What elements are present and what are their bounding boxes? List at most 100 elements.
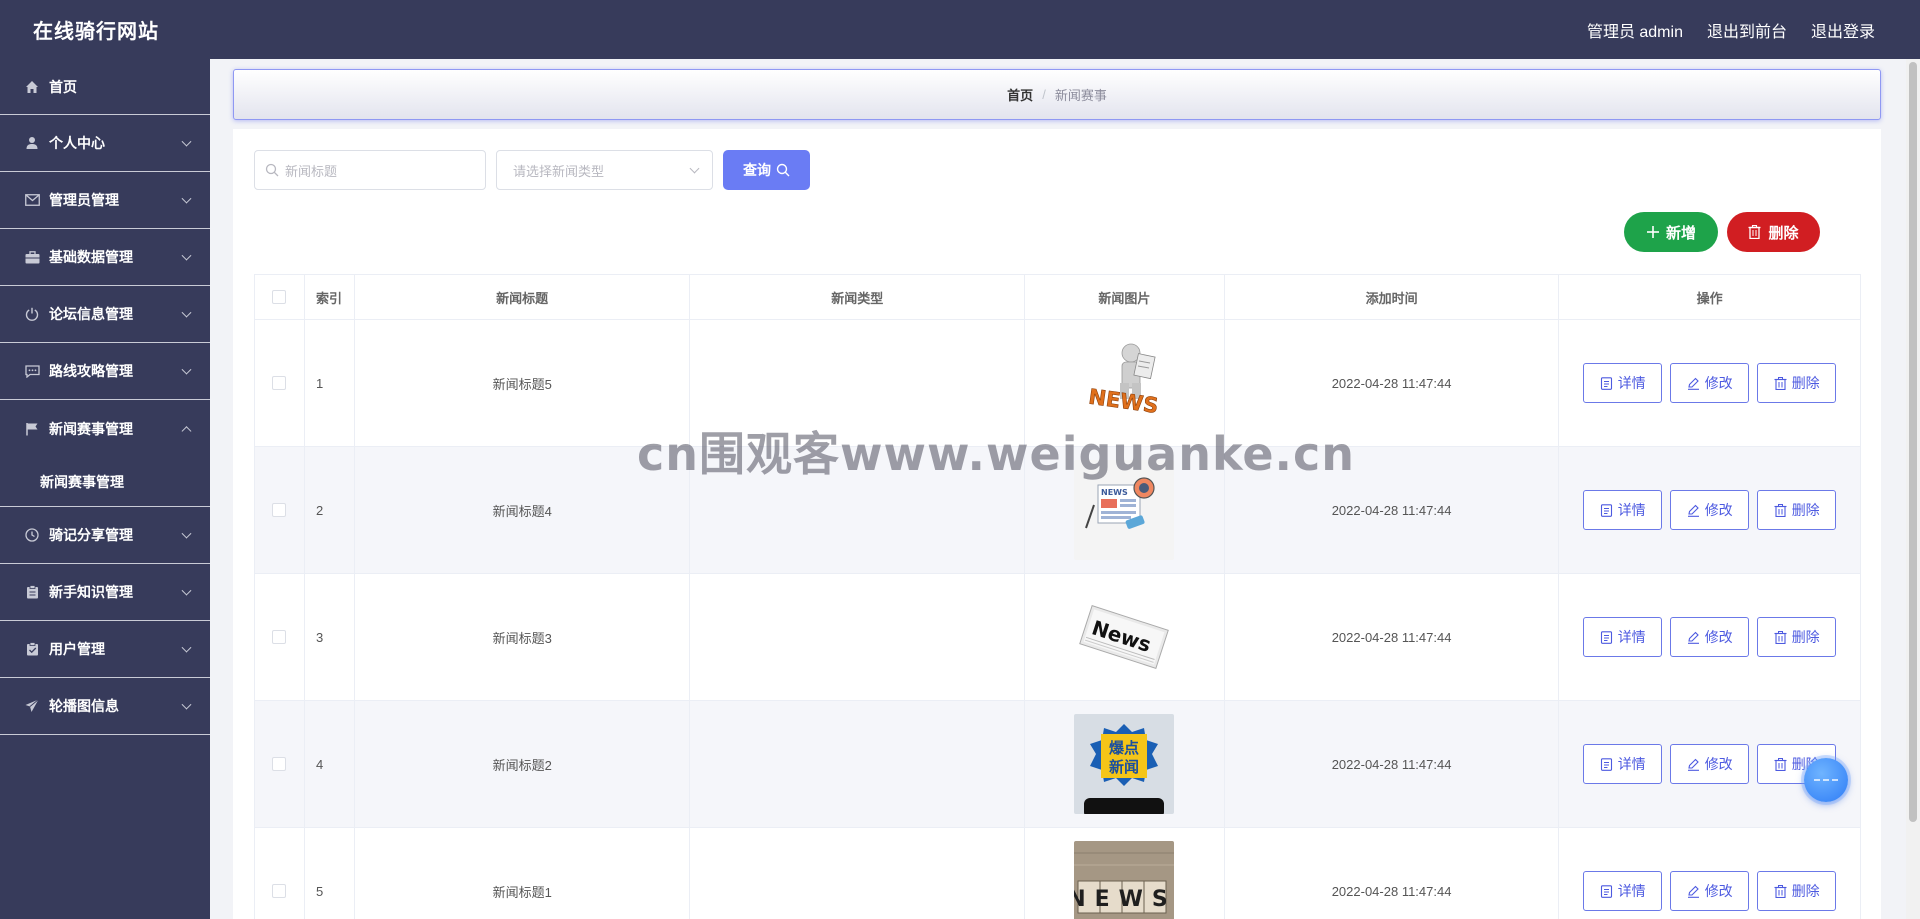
delete-button[interactable]: 删除 bbox=[1757, 871, 1837, 911]
breadcrumb-current: 新闻赛事 bbox=[1054, 88, 1107, 103]
row-actions-cell: 详情 修改 删除 bbox=[1559, 574, 1860, 700]
news-type-placeholder: 请选择新闻类型 bbox=[513, 163, 605, 179]
row-title: 新闻标题3 bbox=[355, 574, 691, 700]
delete-button[interactable]: 删除 bbox=[1757, 490, 1837, 530]
chevron-down-icon bbox=[181, 699, 192, 710]
edit-icon bbox=[1687, 885, 1700, 898]
sidebar-subitem-news-manage[interactable]: 新闻赛事管理 bbox=[0, 457, 210, 507]
select-all-checkbox[interactable] bbox=[272, 290, 287, 304]
edit-button-label: 修改 bbox=[1704, 375, 1733, 391]
news-image-text: NEWS bbox=[1074, 887, 1174, 912]
edit-icon bbox=[1687, 377, 1700, 390]
main-content: 新闻标题 请选择新闻类型 查询 新增 删除 索引 新闻标题 新闻类型 新闻图片 … bbox=[233, 129, 1881, 919]
row-checkbox[interactable] bbox=[272, 376, 287, 390]
detail-button-label: 详情 bbox=[1617, 756, 1646, 772]
trash-icon bbox=[1774, 503, 1787, 517]
row-time: 2022-04-28 11:47:44 bbox=[1225, 447, 1560, 573]
search-icon bbox=[776, 163, 790, 177]
top-links: 管理员 admin 退出到前台 退出登录 bbox=[1587, 18, 1875, 42]
add-button-label: 新增 bbox=[1665, 224, 1696, 242]
sidebar-item-ride-share[interactable]: 骑记分享管理 bbox=[0, 507, 210, 564]
floating-assistant-button[interactable] bbox=[1804, 758, 1848, 802]
row-title: 新闻标题5 bbox=[355, 320, 691, 446]
power-icon bbox=[24, 306, 40, 322]
sidebar: 首页 个人中心 管理员管理 基础数据管理 论坛信息管理 路线攻略管理 新闻赛事管… bbox=[0, 59, 210, 919]
row-image-cell: NEWS bbox=[1025, 320, 1225, 446]
admin-link[interactable]: 管理员 admin bbox=[1587, 18, 1683, 42]
logout-link[interactable]: 退出登录 bbox=[1811, 18, 1875, 42]
detail-button[interactable]: 详情 bbox=[1583, 490, 1663, 530]
row-index: 5 bbox=[305, 828, 355, 919]
sidebar-item-forum[interactable]: 论坛信息管理 bbox=[0, 286, 210, 343]
table-row: 5 新闻标题1 NEWS 2022-04-28 11:47:44 详情 修改 删… bbox=[255, 828, 1860, 919]
breadcrumb-home[interactable]: 首页 bbox=[1007, 85, 1033, 104]
document-icon bbox=[1600, 630, 1613, 644]
detail-button-label: 详情 bbox=[1617, 883, 1646, 899]
delete-button-label: 删除 bbox=[1791, 883, 1820, 899]
edit-button[interactable]: 修改 bbox=[1670, 363, 1750, 403]
row-type bbox=[690, 828, 1026, 919]
page-scrollbar[interactable] bbox=[1906, 59, 1920, 919]
sidebar-item-personal[interactable]: 个人中心 bbox=[0, 115, 210, 172]
row-checkbox[interactable] bbox=[272, 630, 287, 644]
clock-icon bbox=[24, 527, 40, 543]
scrollbar-thumb[interactable] bbox=[1909, 62, 1917, 822]
delete-button[interactable]: 删除 bbox=[1757, 363, 1837, 403]
sidebar-item-novice[interactable]: 新手知识管理 bbox=[0, 564, 210, 621]
chevron-down-icon bbox=[181, 528, 192, 539]
sidebar-item-label: 管理员管理 bbox=[49, 192, 119, 208]
sidebar-item-label: 轮播图信息 bbox=[49, 698, 119, 714]
title-search-input[interactable]: 新闻标题 bbox=[254, 150, 486, 190]
table-row: 2 新闻标题4 NEWS 2022-04-28 11:47:44 详情 修改 删… bbox=[255, 447, 1860, 574]
header-type: 新闻类型 bbox=[690, 275, 1026, 319]
detail-button[interactable]: 详情 bbox=[1583, 871, 1663, 911]
sidebar-item-label: 新手知识管理 bbox=[49, 584, 133, 600]
row-type bbox=[690, 447, 1026, 573]
sidebar-item-admin[interactable]: 管理员管理 bbox=[0, 172, 210, 229]
sidebar-item-users[interactable]: 用户管理 bbox=[0, 621, 210, 678]
row-image-cell: News bbox=[1025, 574, 1225, 700]
row-index: 1 bbox=[305, 320, 355, 446]
edit-button[interactable]: 修改 bbox=[1670, 490, 1750, 530]
sidebar-item-label: 骑记分享管理 bbox=[49, 527, 133, 543]
row-checkbox[interactable] bbox=[272, 503, 287, 517]
news-newspaper-image: News bbox=[1074, 587, 1175, 687]
detail-button-label: 详情 bbox=[1617, 502, 1646, 518]
edit-button[interactable]: 修改 bbox=[1670, 871, 1750, 911]
trash-icon bbox=[1748, 224, 1762, 240]
home-icon bbox=[24, 79, 40, 95]
sidebar-item-routes[interactable]: 路线攻略管理 bbox=[0, 343, 210, 400]
edit-button[interactable]: 修改 bbox=[1670, 617, 1750, 657]
row-title: 新闻标题1 bbox=[355, 828, 691, 919]
delete-button-label: 删除 bbox=[1791, 502, 1820, 518]
chevron-down-icon bbox=[181, 307, 192, 318]
sidebar-item-label: 基础数据管理 bbox=[49, 249, 133, 265]
row-time: 2022-04-28 11:47:44 bbox=[1225, 701, 1560, 827]
query-button[interactable]: 查询 bbox=[723, 150, 810, 190]
to-front-link[interactable]: 退出到前台 bbox=[1707, 18, 1787, 42]
edit-button-label: 修改 bbox=[1704, 502, 1733, 518]
header-checkbox-cell bbox=[255, 275, 305, 319]
row-actions-cell: 详情 修改 删除 bbox=[1559, 447, 1860, 573]
chevron-down-icon bbox=[181, 364, 192, 375]
row-checkbox[interactable] bbox=[272, 757, 287, 771]
detail-button[interactable]: 详情 bbox=[1583, 744, 1663, 784]
sidebar-item-carousel[interactable]: 轮播图信息 bbox=[0, 678, 210, 735]
sidebar-item-home[interactable]: 首页 bbox=[0, 59, 210, 115]
row-checkbox[interactable] bbox=[272, 884, 287, 898]
batch-delete-button[interactable]: 删除 bbox=[1727, 212, 1820, 252]
detail-button[interactable]: 详情 bbox=[1583, 617, 1663, 657]
news-type-select[interactable]: 请选择新闻类型 bbox=[496, 150, 713, 190]
edit-icon bbox=[1687, 504, 1700, 517]
edit-button[interactable]: 修改 bbox=[1670, 744, 1750, 784]
chevron-down-icon bbox=[181, 250, 192, 261]
table-row: 1 新闻标题5 NEWS 2022-04-28 11:47:44 详情 修改 删… bbox=[255, 320, 1860, 447]
news-image-text: NEWS bbox=[1101, 488, 1128, 497]
delete-button[interactable]: 删除 bbox=[1757, 617, 1837, 657]
sidebar-item-news[interactable]: 新闻赛事管理 bbox=[0, 400, 210, 457]
sidebar-item-basic-data[interactable]: 基础数据管理 bbox=[0, 229, 210, 286]
detail-button[interactable]: 详情 bbox=[1583, 363, 1663, 403]
chevron-down-icon bbox=[181, 642, 192, 653]
add-button[interactable]: 新增 bbox=[1624, 212, 1718, 252]
header-actions: 操作 bbox=[1696, 290, 1723, 306]
